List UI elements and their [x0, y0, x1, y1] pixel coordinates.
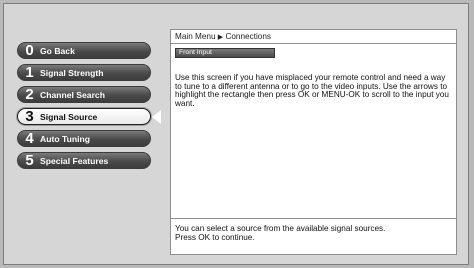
tv-screen: 0 Go Back 1 Signal Strength 2 Channel Se… — [3, 3, 469, 265]
menu-item-signal-source[interactable]: 3 Signal Source — [17, 108, 151, 125]
main-menu: 0 Go Back 1 Signal Strength 2 Channel Se… — [17, 42, 151, 174]
menu-item-label: Go Back — [40, 45, 75, 56]
menu-item-label: Auto Tuning — [40, 133, 90, 144]
help-footer: You can select a source from the availab… — [171, 218, 456, 254]
menu-item-label: Signal Strength — [40, 67, 104, 78]
description-text: Use this screen if you have misplaced yo… — [175, 73, 449, 108]
menu-item-number: 0 — [25, 42, 34, 59]
menu-item-special-features[interactable]: 5 Special Features — [17, 152, 151, 169]
breadcrumb: Main Menu ▶ Connections — [171, 30, 456, 44]
menu-item-number: 5 — [25, 152, 34, 169]
input-selector-label: Front Input — [179, 49, 212, 56]
footer-line-1: You can select a source from the availab… — [175, 224, 386, 233]
menu-item-go-back[interactable]: 0 Go Back — [17, 42, 151, 59]
right-triangle-icon: ▶ — [217, 34, 224, 41]
menu-item-auto-tuning[interactable]: 4 Auto Tuning — [17, 130, 151, 147]
selection-pointer-icon — [152, 110, 161, 124]
input-selector-bar[interactable]: Front Input — [175, 48, 275, 58]
breadcrumb-current: Connections — [225, 32, 271, 41]
footer-line-2: Press OK to continue. — [175, 233, 255, 242]
menu-item-number: 4 — [25, 130, 34, 147]
menu-item-number: 1 — [25, 64, 34, 81]
menu-item-signal-strength[interactable]: 1 Signal Strength — [17, 64, 151, 81]
menu-item-number: 3 — [25, 108, 34, 125]
content-panel: Main Menu ▶ Connections Front Input Use … — [170, 29, 457, 255]
menu-item-label: Channel Search — [40, 89, 105, 100]
menu-item-number: 2 — [25, 86, 34, 103]
menu-item-label: Special Features — [40, 155, 109, 166]
menu-item-channel-search[interactable]: 2 Channel Search — [17, 86, 151, 103]
breadcrumb-root: Main Menu — [175, 32, 216, 41]
menu-item-label: Signal Source — [40, 111, 98, 122]
